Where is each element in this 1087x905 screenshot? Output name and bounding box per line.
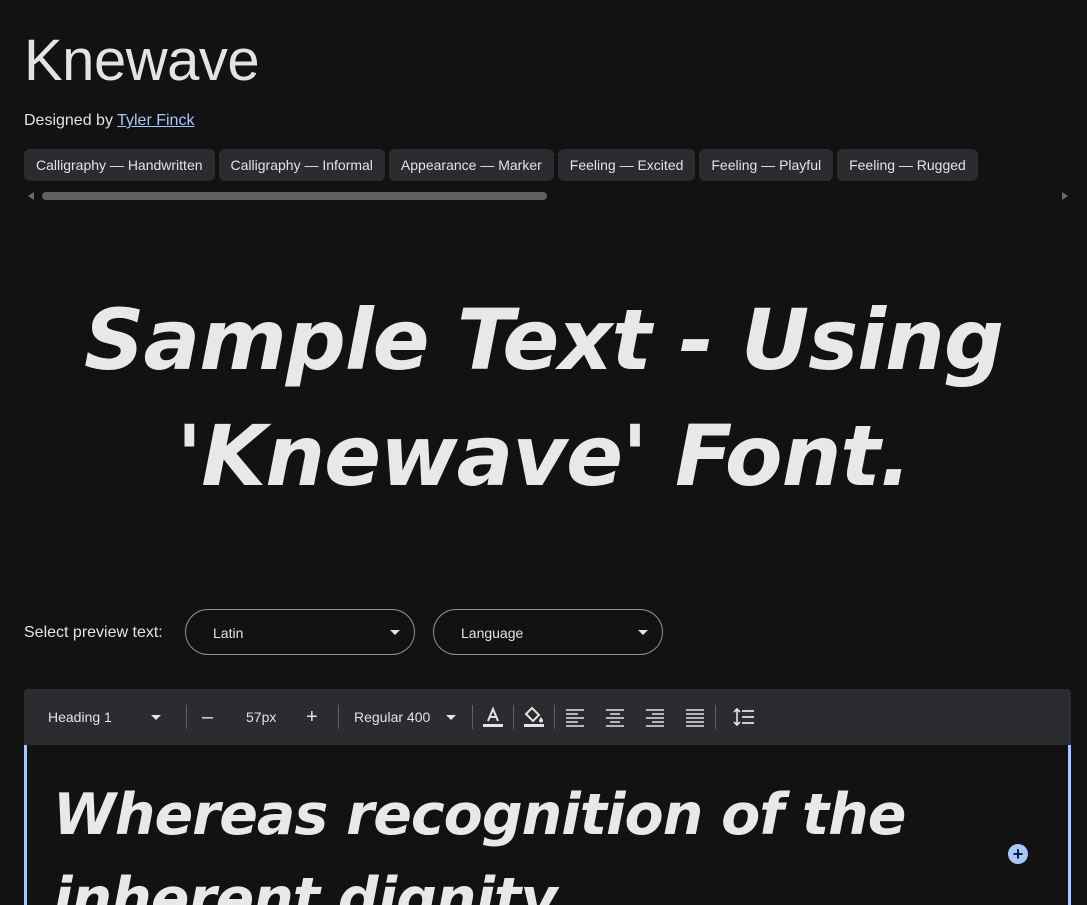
align-left-icon[interactable] bbox=[563, 705, 587, 729]
text-editor[interactable]: Whereas recognition of the inherent dign… bbox=[24, 745, 1071, 905]
editor-toolbar: Heading 1 – 57px + Regular 400 bbox=[24, 689, 1071, 745]
script-select-value: Latin bbox=[213, 625, 244, 641]
fill-color-icon[interactable] bbox=[522, 705, 546, 729]
scroll-left-arrow-icon[interactable] bbox=[28, 192, 34, 200]
add-circle-icon[interactable]: + bbox=[1008, 844, 1028, 864]
toolbar-divider bbox=[472, 705, 473, 729]
editor-text[interactable]: Whereas recognition of the inherent dign… bbox=[53, 773, 953, 905]
decrease-size-button[interactable]: – bbox=[202, 689, 213, 745]
weight-select[interactable]: Regular 400 bbox=[354, 689, 464, 745]
sample-text-preview: Sample Text - Using 'Knewave' Font. bbox=[84, 291, 1004, 505]
preview-text-label: Select preview text: bbox=[24, 624, 163, 641]
weight-select-value: Regular 400 bbox=[354, 709, 431, 725]
style-select[interactable]: Heading 1 bbox=[48, 689, 178, 745]
line-height-icon[interactable] bbox=[732, 705, 756, 729]
chevron-down-icon bbox=[390, 630, 400, 635]
tag-chip[interactable]: Feeling — Playful bbox=[699, 149, 834, 181]
chevron-down-icon bbox=[638, 630, 648, 635]
font-title: Knewave bbox=[24, 28, 260, 93]
increase-size-button[interactable]: + bbox=[306, 689, 318, 745]
language-select[interactable]: Language bbox=[433, 609, 663, 655]
align-right-icon[interactable] bbox=[643, 705, 667, 729]
designed-by-label: Designed by bbox=[24, 112, 113, 129]
toolbar-divider bbox=[554, 705, 555, 729]
scrollbar-thumb[interactable] bbox=[42, 192, 547, 200]
align-center-icon[interactable] bbox=[603, 705, 627, 729]
tag-scrollbar[interactable] bbox=[24, 190, 1072, 202]
text-color-icon[interactable] bbox=[481, 705, 505, 729]
language-select-value: Language bbox=[461, 625, 524, 641]
toolbar-divider bbox=[513, 705, 514, 729]
chevron-down-icon bbox=[446, 715, 456, 720]
script-select[interactable]: Latin bbox=[185, 609, 415, 655]
toolbar-divider bbox=[715, 705, 716, 729]
tag-chip[interactable]: Feeling — Excited bbox=[557, 149, 696, 181]
designer-line: Designed by Tyler Finck bbox=[24, 110, 194, 132]
toolbar-divider bbox=[186, 705, 187, 729]
tag-chip[interactable]: Feeling — Rugged bbox=[837, 149, 978, 181]
toolbar-divider bbox=[338, 705, 339, 729]
tag-chip[interactable]: Calligraphy — Informal bbox=[218, 149, 385, 181]
scroll-right-arrow-icon[interactable] bbox=[1062, 192, 1068, 200]
chevron-down-icon bbox=[151, 715, 161, 720]
tag-chip[interactable]: Appearance — Marker bbox=[388, 149, 554, 181]
align-justify-icon[interactable] bbox=[683, 705, 707, 729]
tag-list: Calligraphy — Handwritten Calligraphy — I… bbox=[24, 149, 1056, 181]
designer-link[interactable]: Tyler Finck bbox=[117, 112, 194, 129]
style-select-value: Heading 1 bbox=[48, 709, 112, 725]
font-size-value[interactable]: 57px bbox=[246, 689, 276, 745]
tag-chip[interactable]: Calligraphy — Handwritten bbox=[24, 149, 215, 181]
